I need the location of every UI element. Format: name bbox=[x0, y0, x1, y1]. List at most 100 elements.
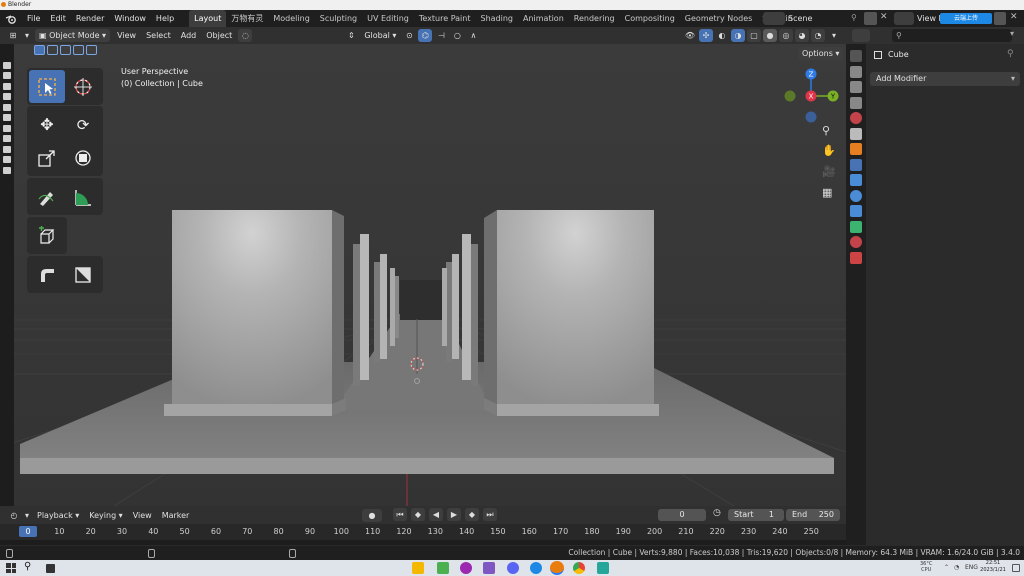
render-icon[interactable] bbox=[850, 65, 862, 78]
tab-geometry-nodes[interactable]: Geometry Nodes bbox=[680, 10, 757, 27]
discord-icon[interactable] bbox=[507, 562, 519, 574]
tab-rendering[interactable]: Rendering bbox=[569, 10, 620, 27]
play-reverse-icon[interactable]: ◀ bbox=[429, 508, 443, 521]
shading-wireframe-icon[interactable]: ◎ bbox=[779, 29, 793, 42]
annotate-tool-icon[interactable] bbox=[29, 180, 65, 213]
properties-options-icon[interactable]: ▾ bbox=[1010, 29, 1014, 38]
particles-icon[interactable] bbox=[850, 174, 862, 186]
camera-view-icon[interactable]: 🎥 bbox=[822, 165, 836, 178]
select-new-icon[interactable] bbox=[34, 45, 45, 55]
world-icon[interactable] bbox=[850, 127, 862, 140]
current-frame-field[interactable]: 0 bbox=[658, 509, 706, 521]
view-layer-icon[interactable] bbox=[850, 96, 862, 109]
tab-sculpting[interactable]: Sculpting bbox=[315, 10, 362, 27]
menu-object[interactable]: Object bbox=[201, 31, 237, 40]
jump-start-icon[interactable]: ⏮ bbox=[393, 508, 407, 521]
gpencil-icon[interactable]: ◌ bbox=[238, 29, 253, 42]
tray-network-icon[interactable]: ◔ bbox=[954, 564, 959, 571]
delete-view-layer-icon[interactable]: ✕ bbox=[1010, 12, 1018, 22]
constraints-icon[interactable] bbox=[850, 205, 862, 217]
zoom-icon[interactable]: ⚲ bbox=[822, 124, 830, 137]
object-icon[interactable] bbox=[850, 143, 862, 155]
move-tool-icon[interactable]: ✥ bbox=[29, 108, 65, 141]
mode-selector[interactable]: ▣ Object Mode ▾ bbox=[35, 29, 111, 42]
select-invert-icon[interactable] bbox=[73, 45, 84, 55]
properties-search-input[interactable]: ⚲ bbox=[892, 29, 1012, 42]
notification-icon[interactable] bbox=[1012, 564, 1020, 572]
play-icon[interactable]: ▶ bbox=[447, 508, 461, 521]
weather-widget[interactable]: 36°C CPU bbox=[920, 561, 932, 573]
tab-shading[interactable]: Shading bbox=[475, 10, 518, 27]
menu-view[interactable]: View bbox=[112, 31, 141, 40]
3d-viewport[interactable]: User Perspective (0) Collection | Cube O… bbox=[14, 44, 846, 506]
bend-tool-icon[interactable] bbox=[29, 258, 65, 291]
scene-icon[interactable] bbox=[850, 112, 862, 124]
options-button[interactable]: Options ▾ bbox=[798, 47, 844, 60]
app-icon-violet[interactable] bbox=[483, 562, 495, 574]
pivot-point-icon[interactable]: ⊙ bbox=[402, 29, 416, 42]
camera-icon[interactable] bbox=[3, 114, 11, 121]
chevron-down-icon[interactable]: ▾ bbox=[23, 509, 31, 522]
modifier-wrench-icon[interactable] bbox=[850, 158, 862, 171]
visibility-icon[interactable]: 👁 bbox=[683, 29, 697, 42]
camera-icon[interactable] bbox=[3, 156, 11, 163]
pin-icon[interactable]: ⚲ bbox=[851, 13, 857, 22]
app-icon-purple[interactable] bbox=[460, 562, 472, 574]
tab-wanwuyouling[interactable]: 万物有灵 bbox=[226, 10, 268, 27]
search-icon[interactable]: ⚲ bbox=[24, 561, 31, 572]
input-language[interactable]: ENG bbox=[965, 564, 978, 571]
record-icon[interactable]: ● bbox=[362, 509, 382, 522]
delete-scene-icon[interactable]: ✕ bbox=[880, 12, 888, 22]
tab-uv-editing[interactable]: UV Editing bbox=[362, 10, 414, 27]
snap-icon[interactable]: ⌬ bbox=[418, 29, 433, 42]
app-icon-green[interactable] bbox=[437, 562, 449, 574]
tab-texture-paint[interactable]: Texture Paint bbox=[414, 10, 476, 27]
scene-selector-icon[interactable] bbox=[763, 12, 785, 25]
falloff-icon[interactable]: ∧ bbox=[466, 29, 480, 42]
camera-icon[interactable] bbox=[3, 61, 11, 69]
tab-layout[interactable]: Layout bbox=[189, 10, 227, 27]
next-keyframe-icon[interactable]: ◆ bbox=[465, 508, 479, 521]
pan-hand-icon[interactable]: ✋ bbox=[822, 144, 836, 157]
rotate-tool-icon[interactable]: ⟳ bbox=[65, 108, 101, 141]
add-modifier-button[interactable]: Add Modifier ▾ bbox=[870, 72, 1020, 86]
measure-tool-icon[interactable] bbox=[65, 180, 101, 213]
tab-animation[interactable]: Animation bbox=[518, 10, 569, 27]
editor-type-icon[interactable]: ⊞ bbox=[6, 29, 20, 42]
scene-name[interactable]: Scene bbox=[788, 10, 812, 27]
data-icon[interactable] bbox=[850, 220, 862, 233]
cursor-tool-icon[interactable] bbox=[65, 70, 101, 103]
select-intersect-icon[interactable] bbox=[86, 45, 97, 55]
transform-pivot-icon[interactable]: ⇕ bbox=[344, 29, 358, 42]
camera-icon[interactable] bbox=[3, 124, 11, 132]
cloud-upload-button[interactable]: 云端上传 bbox=[940, 13, 992, 24]
menu-render[interactable]: Render bbox=[71, 10, 109, 27]
menu-file[interactable]: File bbox=[22, 10, 45, 27]
windows-start-icon[interactable] bbox=[6, 563, 16, 573]
select-box-tool-icon[interactable] bbox=[29, 70, 65, 103]
navigation-gizmo[interactable]: Z Y X bbox=[782, 66, 842, 126]
timeline-editor-icon[interactable]: ◴ bbox=[7, 509, 21, 522]
camera-icon[interactable] bbox=[3, 93, 11, 100]
stopwatch-icon[interactable]: ◷ bbox=[713, 508, 721, 518]
physics-icon[interactable] bbox=[850, 189, 862, 202]
shear-tool-icon[interactable] bbox=[65, 258, 101, 291]
output-icon[interactable] bbox=[850, 81, 862, 93]
tab-modeling[interactable]: Modeling bbox=[268, 10, 314, 27]
start-frame-field[interactable]: Start 1 bbox=[728, 509, 784, 521]
pin-icon[interactable]: ⚲ bbox=[1007, 49, 1014, 59]
menu-keying[interactable]: Keying ▾ bbox=[84, 511, 127, 520]
camera-icon[interactable] bbox=[3, 82, 11, 90]
app-icon-teal[interactable] bbox=[597, 562, 609, 574]
menu-add[interactable]: Add bbox=[176, 31, 202, 40]
prev-keyframe-icon[interactable]: ◆ bbox=[411, 508, 425, 521]
app-icon-blue[interactable] bbox=[530, 562, 542, 574]
camera-icon[interactable] bbox=[3, 145, 11, 153]
end-frame-field[interactable]: End 250 bbox=[786, 509, 840, 521]
xray-icon[interactable]: ▢ bbox=[747, 29, 761, 42]
overlay-icon[interactable]: ◐ bbox=[715, 29, 729, 42]
timeline-ruler[interactable]: 0 10 20 30 40 50 60 70 80 90 100 110 120 130 140 150 160… bbox=[0, 524, 846, 540]
menu-edit[interactable]: Edit bbox=[45, 10, 71, 27]
transform-orientation[interactable]: Global ▾ bbox=[359, 31, 401, 40]
menu-help[interactable]: Help bbox=[151, 10, 179, 27]
